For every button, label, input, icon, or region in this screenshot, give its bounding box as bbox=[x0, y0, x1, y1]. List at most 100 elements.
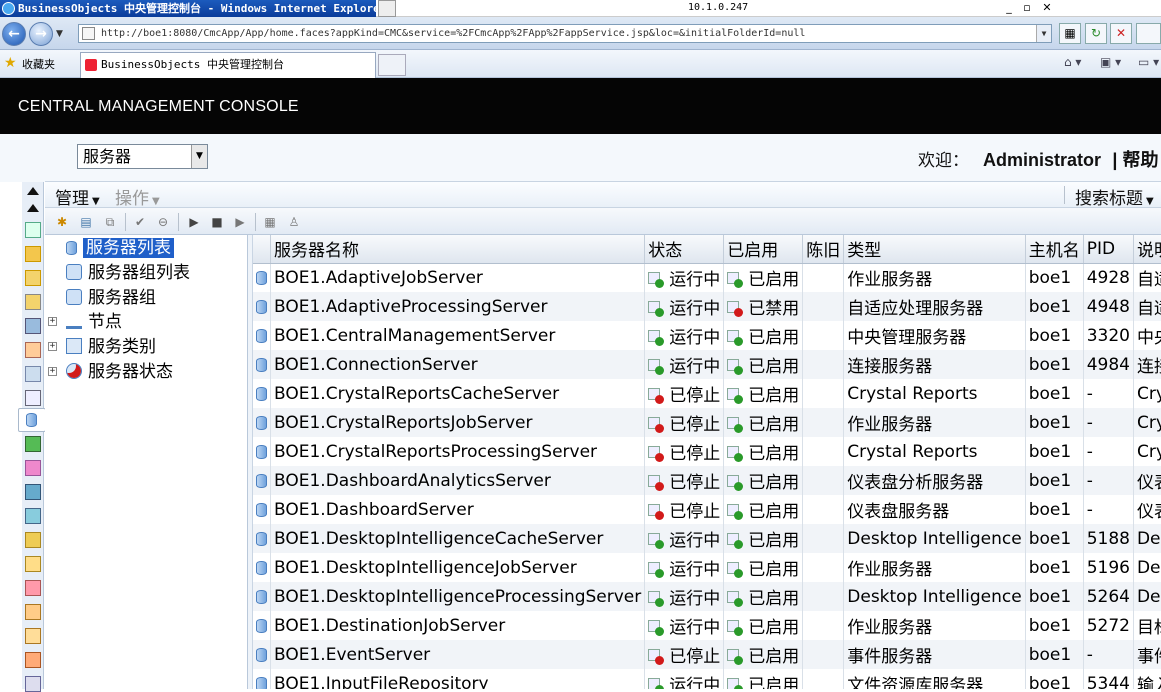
restart-icon[interactable]: ▶ bbox=[232, 214, 248, 230]
start-icon[interactable]: ▶ bbox=[186, 214, 202, 230]
new-server-icon[interactable]: ✱ bbox=[54, 214, 70, 230]
tree-item-server-group-list[interactable]: 服务器组列表 bbox=[66, 261, 190, 285]
calendars-icon[interactable] bbox=[25, 436, 41, 452]
tree-item-server-group[interactable]: 服务器组 bbox=[66, 286, 156, 310]
stop-button[interactable]: ✕ bbox=[1110, 23, 1132, 44]
authentication-icon[interactable] bbox=[25, 532, 41, 548]
sessions-icon[interactable] bbox=[25, 580, 41, 596]
enable-icon[interactable]: ✔ bbox=[132, 214, 148, 230]
column-header-pid[interactable]: PID bbox=[1083, 235, 1134, 264]
licenses-icon[interactable] bbox=[25, 604, 41, 620]
cryptographic-keys-icon[interactable] bbox=[25, 652, 41, 668]
add-server-group-icon[interactable]: ▤ bbox=[78, 214, 94, 230]
back-button[interactable]: ← bbox=[2, 22, 26, 46]
cell-pid-text: 5264 bbox=[1086, 586, 1130, 607]
auditing-icon[interactable] bbox=[25, 676, 41, 692]
column-header-status[interactable]: 状态 bbox=[644, 235, 725, 264]
expand-icon[interactable]: + bbox=[48, 367, 57, 376]
table-row[interactable]: BOE1.CrystalReportsCacheServer 已停止 已启用 Crys… bbox=[253, 379, 1161, 408]
second-window-tab[interactable] bbox=[378, 0, 396, 17]
column-header-type[interactable]: 类型 bbox=[843, 235, 1026, 264]
chevron-down-icon[interactable]: ▼ bbox=[191, 145, 207, 168]
column-header-icon bbox=[253, 235, 271, 264]
settings-icon[interactable] bbox=[25, 628, 41, 644]
table-row[interactable]: BOE1.DashboardAnalyticsServer 已停止 已启用 仪表盘分析… bbox=[253, 466, 1161, 495]
servers-nav-icon[interactable] bbox=[18, 408, 46, 432]
table-row[interactable]: BOE1.AdaptiveJobServer 运行中 已启用 作业服务器 boe1 492… bbox=[253, 263, 1161, 292]
categories-icon[interactable] bbox=[25, 318, 41, 334]
collapse-up-icon[interactable] bbox=[27, 187, 39, 195]
column-header-stale[interactable]: 陈旧 bbox=[802, 235, 845, 264]
inbox-icon[interactable] bbox=[25, 390, 41, 406]
favorites-star-icon[interactable]: ★ bbox=[4, 55, 17, 71]
compatibility-view-button[interactable]: ▦ bbox=[1059, 23, 1081, 44]
federation-icon[interactable] bbox=[25, 508, 41, 524]
access-levels-icon[interactable] bbox=[25, 366, 41, 382]
tree-item-server-list[interactable]: 服务器列表 bbox=[66, 236, 174, 260]
properties-icon[interactable]: ▦ bbox=[262, 214, 278, 230]
table-row[interactable]: BOE1.DesktopIntelligenceCacheServer 运行中 已启… bbox=[253, 524, 1161, 553]
cell-host-text: boe1 bbox=[1028, 673, 1072, 690]
replication-icon[interactable] bbox=[25, 484, 41, 500]
column-header-host[interactable]: 主机名 bbox=[1025, 235, 1084, 264]
column-header-description[interactable]: 说明 bbox=[1133, 235, 1161, 264]
table-row[interactable]: BOE1.DesktopIntelligenceProcessingServer… bbox=[253, 582, 1161, 611]
minimize-button[interactable]: _ bbox=[1000, 0, 1018, 16]
forward-button[interactable]: → bbox=[29, 22, 53, 46]
table-row[interactable]: BOE1.CrystalReportsJobServer 已停止 已启用 作业服务器 b… bbox=[253, 408, 1161, 437]
tree-item-service-categories[interactable]: + 服务类别 bbox=[45, 335, 156, 359]
personal-folders-icon[interactable] bbox=[25, 270, 41, 286]
browser-tab-current[interactable]: BusinessObjects 中央管理控制台 bbox=[80, 52, 376, 78]
new-tab-button[interactable] bbox=[378, 54, 406, 76]
address-dropdown[interactable]: ▼ bbox=[1036, 25, 1051, 42]
table-row[interactable]: BOE1.DestinationJobServer 运行中 已启用 作业服务器 boe1… bbox=[253, 611, 1161, 640]
applications-icon[interactable] bbox=[25, 556, 41, 572]
cell-stale bbox=[802, 292, 845, 321]
search-box[interactable] bbox=[1136, 23, 1161, 44]
area-select[interactable]: 服务器 ▼ bbox=[77, 144, 208, 169]
table-row[interactable]: BOE1.DesktopIntelligenceJobServer 运行中 已启用 作… bbox=[253, 553, 1161, 582]
menu-manage[interactable]: 管理 ▼ bbox=[55, 184, 100, 209]
table-row[interactable]: BOE1.DashboardServer 已停止 已启用 仪表盘服务器 boe1- 仪表盘… bbox=[253, 495, 1161, 524]
tree-item-server-status[interactable]: + 服务器状态 bbox=[45, 360, 173, 384]
users-groups-icon[interactable] bbox=[25, 342, 41, 358]
column-header-enabled[interactable]: 已启用 bbox=[723, 235, 804, 264]
menu-actions[interactable]: 操作 ▼ bbox=[115, 184, 160, 209]
refresh-button[interactable]: ↻ bbox=[1085, 23, 1107, 44]
print-icon[interactable]: ▭ ▾ bbox=[1138, 55, 1159, 69]
copy-icon[interactable]: ⧉ bbox=[102, 214, 118, 230]
cell-server-name: BOE1.AdaptiveProcessingServer bbox=[270, 292, 646, 321]
feeds-icon[interactable]: ▣ ▾ bbox=[1100, 55, 1121, 69]
home-nav-icon[interactable] bbox=[25, 222, 41, 238]
table-row[interactable]: BOE1.EventServer 已停止 已启用 事件服务器 boe1- 事件服务器 bbox=[253, 640, 1161, 669]
cell-description-text: Desktop Intelligence bbox=[1136, 586, 1161, 607]
table-row[interactable]: BOE1.CrystalReportsProcessingServer 已停止 已启… bbox=[253, 437, 1161, 466]
home-icon[interactable]: ⌂ ▾ bbox=[1064, 55, 1081, 69]
table-row[interactable]: BOE1.CentralManagementServer 运行中 已启用 中央管理服务… bbox=[253, 321, 1161, 350]
table-row[interactable]: BOE1.AdaptiveProcessingServer 运行中 已禁用 自适应处理… bbox=[253, 292, 1161, 321]
table-row[interactable]: BOE1.ConnectionServer 运行中 已启用 连接服务器 boe1 4984… bbox=[253, 350, 1161, 379]
folders-icon[interactable] bbox=[25, 246, 41, 262]
table-row[interactable]: BOE1.InputFileRepository 运行中 已启用 文件资源库服务器 bo… bbox=[253, 669, 1161, 689]
favorites-button[interactable]: 收藏夹 bbox=[22, 56, 55, 72]
close-window-button[interactable]: ✕ bbox=[1038, 0, 1056, 16]
inbox-folders-icon[interactable] bbox=[25, 294, 41, 310]
user-security-icon[interactable]: ♙ bbox=[286, 214, 302, 230]
help-link[interactable]: | 帮助 bbox=[1112, 150, 1158, 170]
expand-icon[interactable]: + bbox=[48, 342, 57, 351]
cell-pid-text: 5344 bbox=[1086, 673, 1130, 690]
expand-icon[interactable]: + bbox=[48, 317, 57, 326]
column-header-server-name[interactable]: 服务器名称 bbox=[270, 235, 646, 264]
events-icon[interactable] bbox=[25, 460, 41, 476]
stop-icon[interactable]: ■ bbox=[209, 214, 225, 230]
tree-item-nodes[interactable]: + 节点 bbox=[45, 310, 122, 334]
disable-icon[interactable]: ⊖ bbox=[155, 214, 171, 230]
page-icon bbox=[82, 27, 95, 40]
recent-pages-dropdown[interactable]: ▼ bbox=[56, 29, 63, 39]
restore-button[interactable]: ▫ bbox=[1018, 0, 1036, 16]
search-title-menu[interactable]: 搜索标题 ▼ bbox=[1075, 184, 1154, 209]
bo-favicon-icon bbox=[85, 59, 97, 71]
cell-description-text: 事件服务器 bbox=[1136, 647, 1161, 667]
scroll-up-icon[interactable] bbox=[27, 204, 39, 212]
url-field[interactable]: http://boe1:8080/CmcApp/App/home.faces?a… bbox=[78, 24, 1052, 43]
